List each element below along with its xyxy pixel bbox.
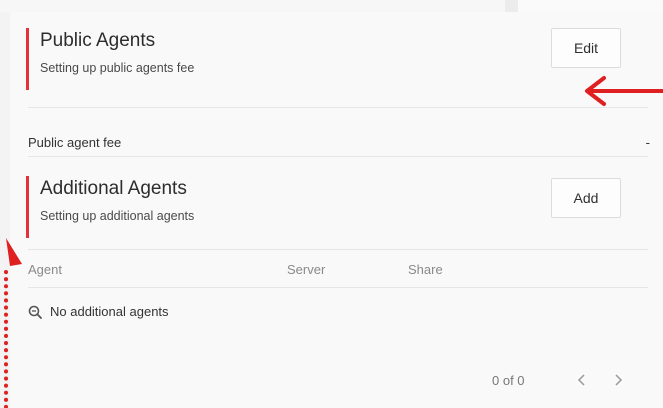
empty-state-text: No additional agents [50, 304, 169, 319]
column-header-server[interactable]: Server [287, 262, 325, 277]
section-subtitle: Setting up public agents fee [40, 61, 195, 75]
section-title: Public Agents [40, 30, 156, 51]
section-title: Additional Agents [40, 178, 187, 199]
public-agent-fee-value: - [645, 135, 650, 150]
column-header-agent[interactable]: Agent [28, 262, 62, 277]
chevron-right-icon[interactable] [608, 369, 628, 391]
chevron-left-icon[interactable] [572, 369, 592, 391]
pagination-status: 0 of 0 [492, 373, 525, 388]
public-agent-fee-label: Public agent fee [28, 135, 122, 150]
divider [28, 249, 648, 250]
empty-state: No additional agents [28, 304, 169, 319]
divider [28, 107, 648, 108]
table-header-divider [28, 287, 648, 288]
column-header-share[interactable]: Share [408, 262, 443, 277]
section-accent-bar [26, 176, 29, 238]
background-window [518, 0, 663, 12]
section-subtitle: Setting up additional agents [40, 209, 195, 223]
background-window [0, 0, 505, 12]
annotation-arrow-icon [585, 76, 663, 106]
divider [28, 156, 648, 157]
annotation-dotted-arrow-icon [4, 238, 22, 408]
add-button[interactable]: Add [551, 178, 621, 218]
settings-panel: Public Agents Setting up public agents f… [10, 12, 663, 408]
edit-button[interactable]: Edit [551, 28, 621, 68]
section-accent-bar [26, 28, 29, 90]
search-icon [28, 305, 42, 319]
